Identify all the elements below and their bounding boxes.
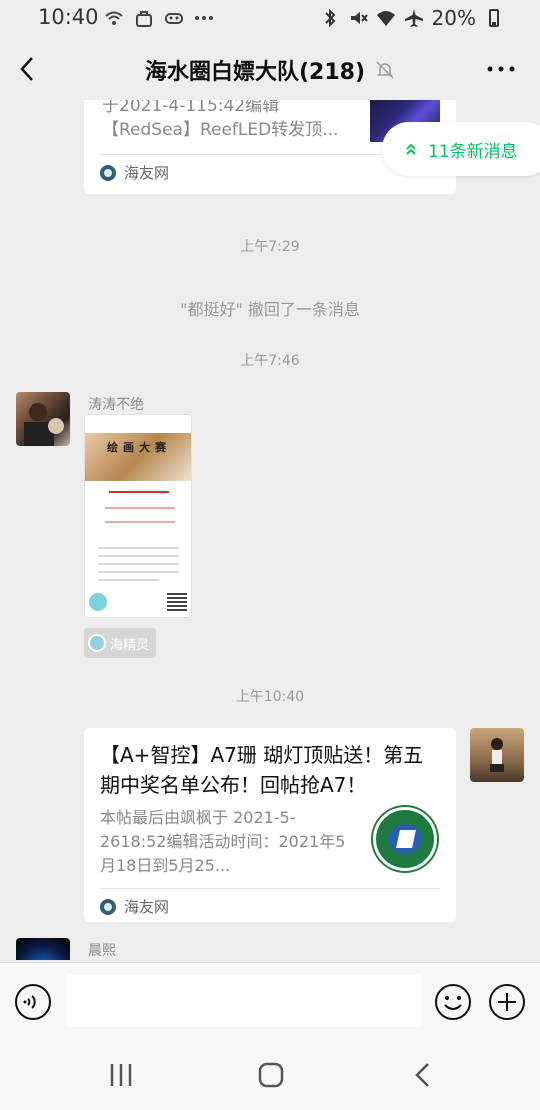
timestamp: 上午7:29 <box>240 239 300 255</box>
wifi-icon <box>376 11 395 26</box>
home-icon[interactable] <box>256 1060 286 1090</box>
chat-title-wrap: 海水圈白嫖大队(218) <box>0 54 540 86</box>
divider <box>100 888 440 889</box>
timestamp: 上午10:40 <box>235 689 305 705</box>
article-source: 海友网 <box>100 162 169 183</box>
recall-notice: "都挺好" 撤回了一条消息 <box>180 300 360 319</box>
chat-title: 海水圈白嫖大队(218) <box>144 60 366 85</box>
forum-logo-icon <box>373 807 437 871</box>
message-input[interactable] <box>66 975 422 1027</box>
avatar-photo <box>490 738 504 772</box>
poster-title: 绘画大赛 <box>107 441 171 454</box>
more-notifications-icon <box>195 16 213 20</box>
poster-text-line <box>109 491 169 493</box>
chat-messages[interactable]: 于2021-4-115:42编辑 【RedSea】ReefLED转发顶... 海… <box>0 100 540 960</box>
wifi-call-icon <box>105 11 123 25</box>
article-source: 海友网 <box>100 896 169 917</box>
source-logo-icon <box>100 898 116 915</box>
more-options-button[interactable] <box>486 64 516 74</box>
source-name: 海友网 <box>124 164 170 182</box>
image-message[interactable]: 绘画大赛 <box>84 414 192 618</box>
app-tag-label: 海精灵 <box>110 637 150 653</box>
article-description: 本帖最后由飒枫于 2021-5-2618:52编辑活动时间：2021年5月18日… <box>100 808 346 875</box>
qr-code-icon <box>167 591 187 611</box>
poster-text-line <box>99 563 179 565</box>
app-tag[interactable]: 海精灵 <box>84 628 156 658</box>
status-left-icons <box>104 8 214 28</box>
back-nav-icon[interactable] <box>408 1060 438 1090</box>
article-title: 【A+智控】A7珊 瑚灯顶贴送！第五期中奖名单公布！回帖抢A7！ <box>100 743 424 797</box>
emoji-button[interactable] <box>434 983 472 1021</box>
avatar[interactable] <box>16 392 70 446</box>
avatar[interactable] <box>16 938 70 960</box>
status-right-icons: 20% <box>320 6 504 30</box>
status-bar: 10:40 20% <box>0 0 540 38</box>
voice-input-button[interactable] <box>14 983 52 1021</box>
status-time: 10:40 <box>38 5 99 29</box>
poster-text-line <box>105 521 175 523</box>
battery-percent: 20% <box>431 6 476 30</box>
input-bar <box>0 962 540 1042</box>
poster-text-line <box>99 555 179 557</box>
bluetooth-icon <box>324 8 335 28</box>
system-navigation-bar <box>0 1042 540 1110</box>
mute-status-icon <box>350 12 368 24</box>
my-avatar[interactable] <box>470 728 524 782</box>
timestamp: 上午7:46 <box>240 353 300 369</box>
article-thumbnail <box>370 804 440 874</box>
poster-app-icon <box>89 593 107 611</box>
article-text-line: 于2021-4-115:42编辑 <box>102 100 280 116</box>
more-functions-button[interactable] <box>488 983 526 1021</box>
article-text-line: 【RedSea】ReefLED转发顶... <box>102 120 339 140</box>
poster-text-line <box>105 507 175 509</box>
shared-article-card[interactable]: 【A+智控】A7珊 瑚灯顶贴送！第五期中奖名单公布！回帖抢A7！ 本帖最后由飒枫… <box>84 728 456 922</box>
recent-apps-icon[interactable] <box>106 1060 136 1090</box>
poster-text-line <box>99 547 179 549</box>
sender-name: 晨熙 <box>88 943 116 959</box>
new-messages-label: 11条新消息 <box>428 141 518 162</box>
avatar-photo <box>24 403 64 446</box>
airplane-icon <box>404 9 423 27</box>
app-tag-icon <box>88 634 106 652</box>
mute-bell-icon <box>376 61 394 79</box>
new-messages-button[interactable]: 11条新消息 <box>382 122 540 176</box>
chat-header: 海水圈白嫖大队(218) <box>0 38 540 100</box>
poster-text-line <box>99 579 159 581</box>
source-name: 海友网 <box>124 898 170 916</box>
battery-icon <box>489 9 499 27</box>
game-icon <box>165 13 183 24</box>
source-logo-icon <box>100 164 116 181</box>
double-chevron-up-icon <box>406 143 416 155</box>
bag-icon <box>136 11 152 27</box>
sender-name: 涛涛不绝 <box>88 397 144 413</box>
poster-banner: 绘画大赛 <box>85 433 191 481</box>
poster-text-line <box>99 571 179 573</box>
